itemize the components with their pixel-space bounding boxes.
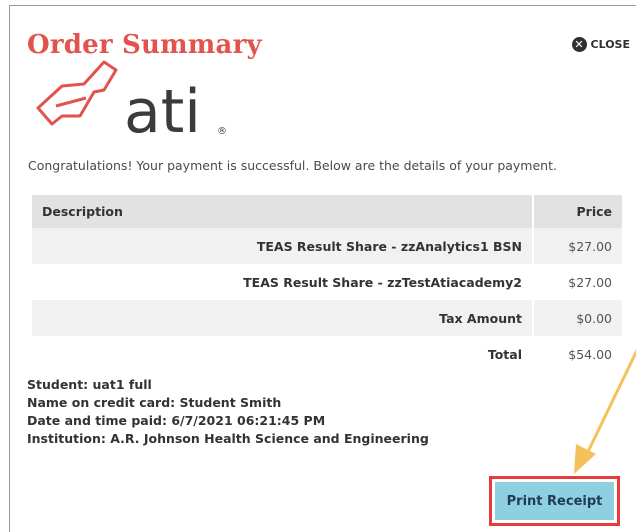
item-price: $27.00 bbox=[532, 228, 622, 264]
close-label: CLOSE bbox=[590, 38, 630, 51]
table-row: TEAS Result Share - zzTestAtiacademy2 $2… bbox=[32, 264, 622, 300]
logo-trademark: ® bbox=[217, 126, 227, 137]
ati-logo: ati ® bbox=[36, 60, 227, 141]
annotation-arrow-icon bbox=[574, 348, 636, 474]
tax-amount: $0.00 bbox=[532, 300, 622, 336]
student-name: Student: uat1 full bbox=[27, 377, 152, 392]
close-button[interactable]: ✕ CLOSE bbox=[571, 37, 630, 52]
total-row: Total $54.00 bbox=[32, 336, 622, 372]
tax-row: Tax Amount $0.00 bbox=[32, 300, 622, 336]
logo-swoosh-icon bbox=[36, 60, 118, 126]
tax-label: Tax Amount bbox=[439, 310, 522, 326]
item-description: TEAS Result Share - zzTestAtiacademy2 bbox=[243, 274, 522, 290]
cardholder-name: Name on credit card: Student Smith bbox=[27, 395, 282, 410]
payment-datetime: Date and time paid: 6/7/2021 06:21:45 PM bbox=[27, 413, 326, 428]
total-label: Total bbox=[487, 346, 522, 362]
column-header-price: Price bbox=[532, 195, 622, 228]
print-receipt-button[interactable]: Print Receipt bbox=[495, 482, 614, 520]
table-row: TEAS Result Share - zzAnalytics1 BSN $27… bbox=[32, 228, 622, 264]
close-icon: ✕ bbox=[571, 37, 587, 52]
table-header-row: Description Price bbox=[32, 195, 622, 228]
logo-text: ati bbox=[124, 77, 201, 141]
payment-details: Student: uat1 full Name on credit card: … bbox=[27, 376, 429, 448]
order-summary-modal: Order Summary ✕ CLOSE ati ® Congratulati… bbox=[9, 5, 636, 532]
item-description: TEAS Result Share - zzAnalytics1 BSN bbox=[256, 238, 522, 254]
order-table: Description Price TEAS Result Share - zz… bbox=[32, 195, 622, 372]
success-message: Congratulations! Your payment is success… bbox=[28, 158, 557, 173]
item-price: $27.00 bbox=[532, 264, 622, 300]
column-header-description: Description bbox=[42, 204, 123, 219]
institution-name: Institution: A.R. Johnson Health Science… bbox=[27, 431, 429, 446]
